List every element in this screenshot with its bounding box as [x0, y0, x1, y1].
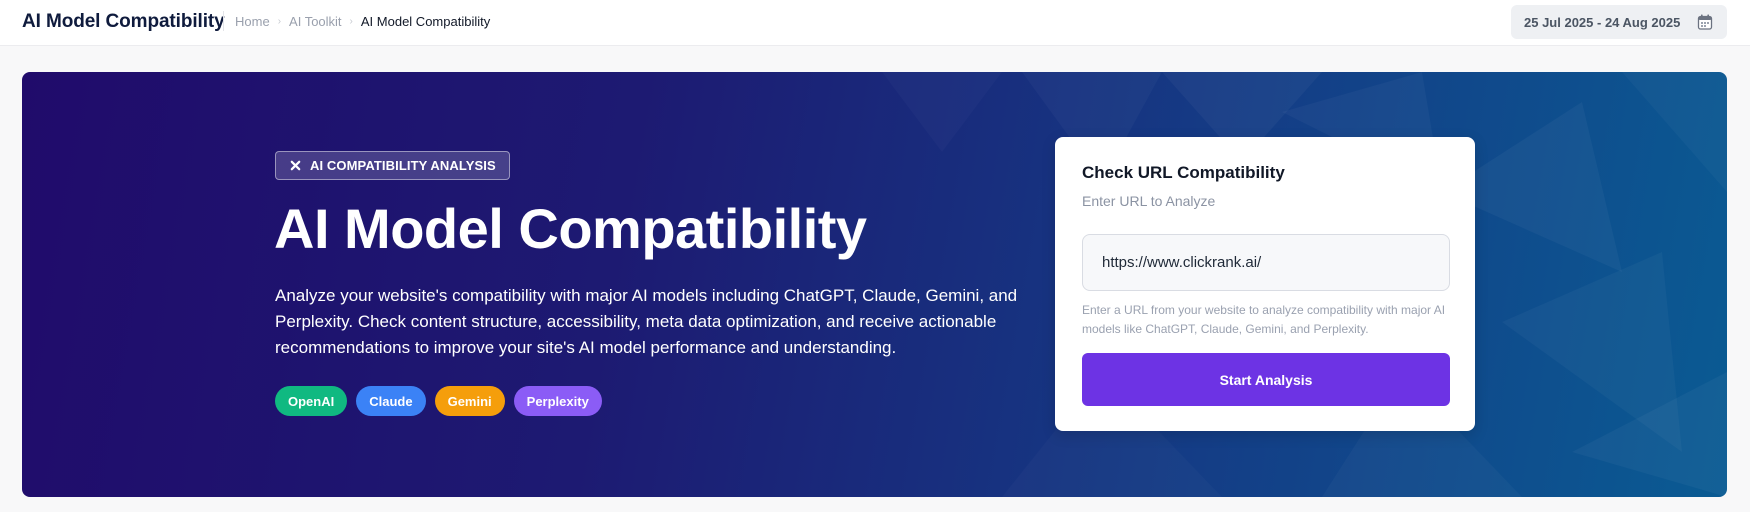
url-compatibility-card: Check URL Compatibility Enter URL to Ana… — [1055, 137, 1475, 431]
app-title: AI Model Compatibility — [22, 11, 225, 32]
date-range-label: 25 Jul 2025 - 24 Aug 2025 — [1524, 14, 1681, 30]
hero-title: AI Model Compatibility — [274, 197, 867, 260]
breadcrumb: Home › AI Toolkit › AI Model Compatibili… — [235, 14, 490, 29]
title-divider — [223, 11, 224, 31]
calendar-icon — [1697, 14, 1713, 30]
model-tag-openai: OpenAI — [275, 386, 348, 416]
close-icon — [290, 160, 301, 171]
url-field-label: Enter URL to Analyze — [1082, 193, 1216, 209]
breadcrumb-separator-icon: › — [277, 16, 282, 27]
breadcrumb-home[interactable]: Home — [235, 14, 270, 29]
url-input[interactable] — [1082, 234, 1450, 291]
top-header: AI Model Compatibility Home › AI Toolkit… — [0, 0, 1750, 46]
hero-description: Analyze your website's compatibility wit… — [275, 286, 1018, 357]
breadcrumb-separator-icon: › — [349, 16, 353, 27]
model-tags: OpenAI Claude Gemini Perplexity — [275, 386, 602, 416]
model-tag-perplexity: Perplexity — [513, 386, 602, 416]
analysis-badge: AI COMPATIBILITY ANALYSIS — [275, 151, 510, 180]
analysis-badge-label: AI COMPATIBILITY ANALYSIS — [310, 158, 496, 173]
url-help-text: Enter a URL from your website to analyze… — [1082, 303, 1446, 336]
card-title: Check URL Compatibility — [1082, 163, 1285, 182]
model-tag-gemini: Gemini — [434, 386, 505, 416]
hero-banner: AI COMPATIBILITY ANALYSIS AI Model Compa… — [22, 72, 1727, 497]
breadcrumb-ai-toolkit[interactable]: AI Toolkit — [289, 14, 342, 29]
model-tag-claude: Claude — [356, 386, 426, 416]
date-range-picker[interactable]: 25 Jul 2025 - 24 Aug 2025 — [1511, 5, 1727, 39]
start-analysis-button[interactable]: Start Analysis — [1082, 353, 1450, 406]
breadcrumb-current: AI Model Compatibility — [360, 14, 491, 29]
